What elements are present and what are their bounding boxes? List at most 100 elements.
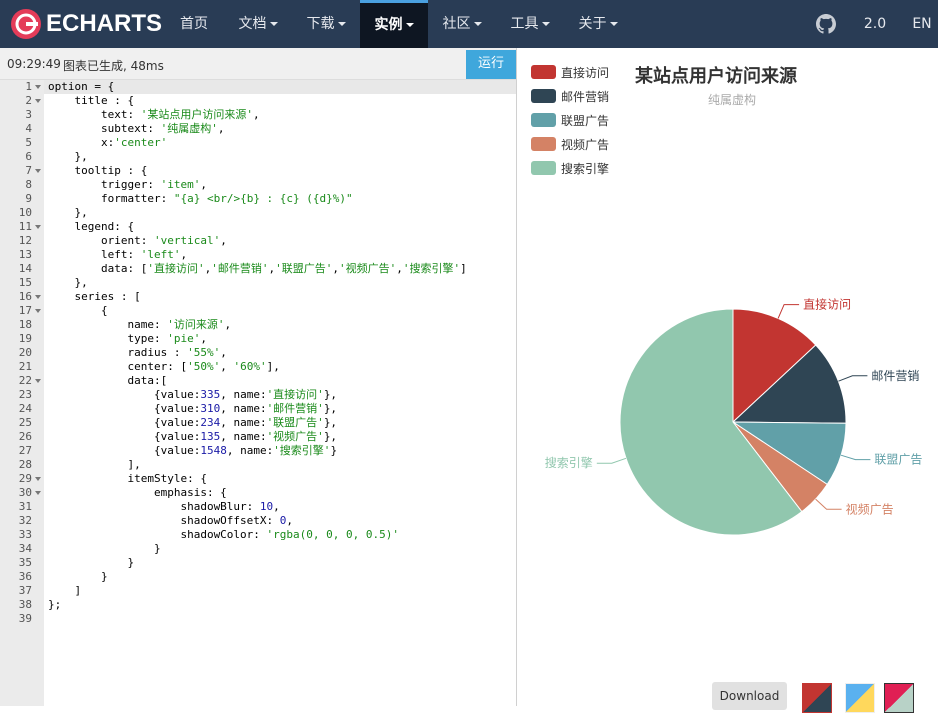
line-number: 35 — [18, 556, 32, 569]
line-number: 26 — [18, 430, 32, 443]
legend-label: 直接访问 — [561, 65, 609, 80]
line-number: 30 — [18, 486, 32, 499]
nav-item-3[interactable]: 实例 — [360, 0, 428, 48]
label-line — [840, 454, 871, 461]
theme-light-swatch[interactable] — [845, 683, 875, 713]
line-number: 4 — [25, 122, 32, 135]
code-line: itemStyle: { — [48, 472, 207, 485]
line-number: 20 — [18, 346, 32, 359]
code-line: ] — [48, 584, 82, 597]
label-line — [838, 375, 868, 382]
code-line: name: '访问来源', — [48, 318, 232, 331]
nav-item-label: 首页 — [180, 16, 208, 32]
fold-arrow-icon[interactable] — [35, 309, 41, 313]
line-number: 9 — [25, 192, 32, 205]
line-number: 12 — [18, 234, 32, 247]
nav-item-label: 工具 — [510, 16, 539, 32]
line-number: 37 — [18, 584, 32, 597]
legend-item[interactable]: 邮件营销 — [531, 89, 609, 104]
nav-item-6[interactable]: 关于 — [564, 0, 632, 48]
code-line: data:[ — [48, 374, 168, 387]
line-number: 28 — [18, 458, 32, 471]
line-number: 1 — [25, 80, 32, 93]
fold-arrow-icon[interactable] — [35, 85, 41, 89]
line-number: 6 — [25, 150, 32, 163]
code-line: } — [48, 556, 135, 569]
code-line: title : { — [48, 94, 135, 107]
legend-item[interactable]: 视频广告 — [531, 137, 609, 152]
echarts-logo-icon — [11, 9, 41, 39]
theme-vintage-swatch[interactable] — [884, 683, 914, 713]
nav-item-5[interactable]: 工具 — [496, 0, 564, 48]
status-message: 图表已生成, 48ms — [63, 59, 164, 73]
nav-item-1[interactable]: 文档 — [224, 0, 292, 48]
echarts-logo[interactable]: ECHARTS — [10, 7, 162, 41]
run-button[interactable]: 运行 — [466, 50, 516, 79]
code-line: }, — [48, 206, 88, 219]
code-line: trigger: 'item', — [48, 178, 207, 191]
slice-label: 直接访问 — [803, 297, 851, 312]
nav-item-label: 下载 — [306, 16, 335, 32]
legend-label: 搜索引擎 — [561, 161, 609, 176]
code-line: } — [48, 542, 161, 555]
line-number: 24 — [18, 402, 32, 415]
slice-label: 联盟广告 — [874, 453, 922, 467]
line-number: 29 — [18, 472, 32, 485]
code-line: }; — [48, 598, 62, 611]
line-number: 18 — [18, 318, 32, 331]
chart-subtitle: 纯属虚构 — [708, 92, 756, 107]
fold-arrow-icon[interactable] — [35, 295, 41, 299]
code-line: left: 'left', — [48, 248, 188, 261]
nav-item-label: 社区 — [442, 16, 471, 32]
pie-chart: 某站点用户访问来源纯属虚构直接访问邮件营销联盟广告视频广告搜索引擎直接访问邮件营… — [531, 65, 922, 536]
caret-down-icon — [609, 22, 618, 26]
code-line: x:'center' — [48, 136, 168, 149]
fold-arrow-icon[interactable] — [35, 99, 41, 103]
code-line: {value:335, name:'直接访问'}, — [48, 388, 338, 401]
code-editor[interactable]: 1 option = {2 title : {3 text: '某站点用户访问来源… — [0, 80, 516, 706]
legend-item[interactable]: 联盟广告 — [531, 113, 609, 128]
code-line: tooltip : { — [48, 164, 148, 177]
code-line: center: ['50%', '60%'], — [48, 360, 280, 373]
nav-item-0[interactable]: 首页 — [164, 0, 224, 48]
nav-item-4[interactable]: 社区 — [428, 0, 496, 48]
legend-swatch — [531, 161, 556, 175]
line-number: 22 — [18, 374, 32, 387]
code-line: subtext: '纯属虚构', — [48, 122, 225, 135]
legend-item[interactable]: 直接访问 — [531, 65, 609, 80]
label-line — [815, 498, 842, 510]
caret-down-icon — [405, 23, 414, 27]
brand-name: ECHARTS — [46, 10, 163, 37]
fold-arrow-icon[interactable] — [35, 225, 41, 229]
line-number: 36 — [18, 570, 32, 583]
nav-item-label: 实例 — [374, 17, 403, 33]
fold-arrow-icon[interactable] — [35, 379, 41, 383]
version-link[interactable]: 2.0 — [858, 0, 892, 48]
code-line: emphasis: { — [48, 486, 227, 499]
fold-arrow-icon[interactable] — [35, 169, 41, 173]
line-number: 17 — [18, 304, 32, 317]
slice-label: 视频广告 — [846, 501, 894, 516]
nav-item-2[interactable]: 下载 — [292, 0, 360, 48]
line-number: 31 — [18, 500, 32, 513]
fold-arrow-icon[interactable] — [35, 491, 41, 495]
legend-label: 邮件营销 — [561, 90, 609, 104]
line-number: 7 — [25, 164, 32, 177]
status-bar: 09:29:49 图表已生成, 48ms — [0, 48, 516, 80]
label-line — [596, 457, 627, 464]
theme-default-swatch[interactable] — [802, 683, 832, 713]
caret-down-icon — [269, 22, 278, 26]
line-number: 10 — [18, 206, 32, 219]
caret-down-icon — [541, 22, 550, 26]
legend-swatch — [531, 113, 556, 127]
fold-arrow-icon[interactable] — [35, 477, 41, 481]
language-switch[interactable]: EN — [906, 0, 938, 48]
code-line: {value:1548, name:'搜索引擎'} — [48, 444, 338, 457]
line-number: 25 — [18, 416, 32, 429]
caret-down-icon — [473, 22, 482, 26]
legend-swatch — [531, 65, 556, 79]
code-line: data: ['直接访问','邮件营销','联盟广告','视频广告','搜索引擎… — [48, 262, 467, 275]
code-line: series : [ — [48, 290, 141, 303]
legend-item[interactable]: 搜索引擎 — [531, 161, 609, 176]
github-icon[interactable] — [816, 14, 836, 34]
